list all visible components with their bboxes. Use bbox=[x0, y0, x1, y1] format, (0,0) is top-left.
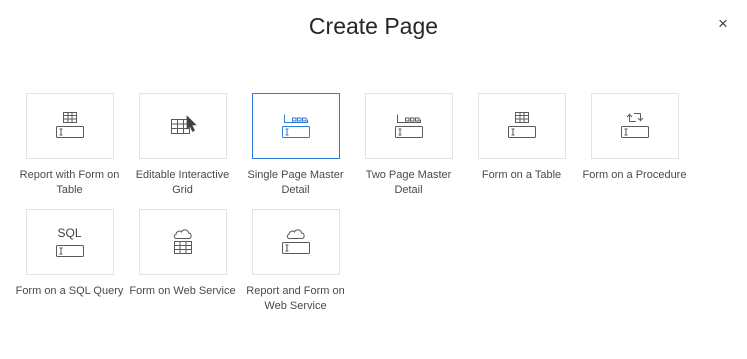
tile-icon-box[interactable] bbox=[138, 209, 227, 275]
tile-two-page-master-detail[interactable]: Two Page Master Detail bbox=[352, 93, 465, 198]
tile-icon-box[interactable] bbox=[477, 93, 566, 159]
tile-form-on-a-sql-query[interactable]: SQL Form on a SQL Query bbox=[13, 209, 126, 314]
tile-label: Form on a SQL Query bbox=[15, 285, 124, 297]
tile-editable-interactive-grid[interactable]: Editable Interactive Grid bbox=[126, 93, 239, 198]
sql-icon-text: SQL bbox=[57, 225, 82, 240]
tile-form-on-web-service[interactable]: Form on Web Service bbox=[126, 209, 239, 314]
tile-icon-box[interactable] bbox=[364, 93, 453, 159]
report-form-web-service-icon bbox=[279, 227, 313, 257]
tile-icon-box[interactable]: SQL bbox=[25, 209, 114, 275]
editable-grid-icon bbox=[166, 111, 200, 141]
tile-label: Form on a Procedure bbox=[582, 169, 687, 181]
single-page-master-detail-icon bbox=[279, 111, 313, 141]
two-page-master-detail-icon bbox=[392, 111, 426, 141]
form-web-service-icon bbox=[166, 227, 200, 257]
tile-icon-box[interactable] bbox=[251, 93, 340, 159]
form-sql-icon: SQL bbox=[53, 225, 87, 258]
dialog-title: Create Page bbox=[308, 13, 439, 39]
tile-label: Report and Form on Web Service bbox=[246, 285, 345, 312]
tile-icon-box[interactable] bbox=[138, 93, 227, 159]
tile-form-on-a-table[interactable]: Form on a Table bbox=[465, 93, 578, 198]
tile-icon-box[interactable] bbox=[25, 93, 114, 159]
tile-single-page-master-detail[interactable]: Single Page Master Detail bbox=[239, 93, 352, 198]
tile-report-with-form-on-table[interactable]: Report with Form on Table bbox=[13, 93, 126, 198]
tile-label: Single Page Master Detail bbox=[247, 169, 344, 196]
tile-form-on-a-procedure[interactable]: Form on a Procedure bbox=[578, 93, 691, 198]
tile-report-and-form-on-web-service[interactable]: Report and Form on Web Service bbox=[239, 209, 352, 314]
tile-label: Report with Form on Table bbox=[19, 169, 120, 196]
tile-label: Two Page Master Detail bbox=[365, 169, 452, 196]
form-table-icon bbox=[505, 111, 539, 141]
close-button[interactable]: × bbox=[715, 14, 731, 33]
report-form-icon bbox=[53, 111, 87, 141]
tile-label: Editable Interactive Grid bbox=[135, 169, 230, 196]
tile-label: Form on Web Service bbox=[129, 285, 236, 297]
form-procedure-icon bbox=[618, 111, 652, 141]
page-type-grid: Report with Form on Table Editable Inter… bbox=[13, 93, 733, 314]
tile-label: Form on a Table bbox=[481, 169, 562, 181]
tile-icon-box[interactable] bbox=[251, 209, 340, 275]
tile-icon-box[interactable] bbox=[590, 93, 679, 159]
close-icon: × bbox=[718, 14, 728, 33]
